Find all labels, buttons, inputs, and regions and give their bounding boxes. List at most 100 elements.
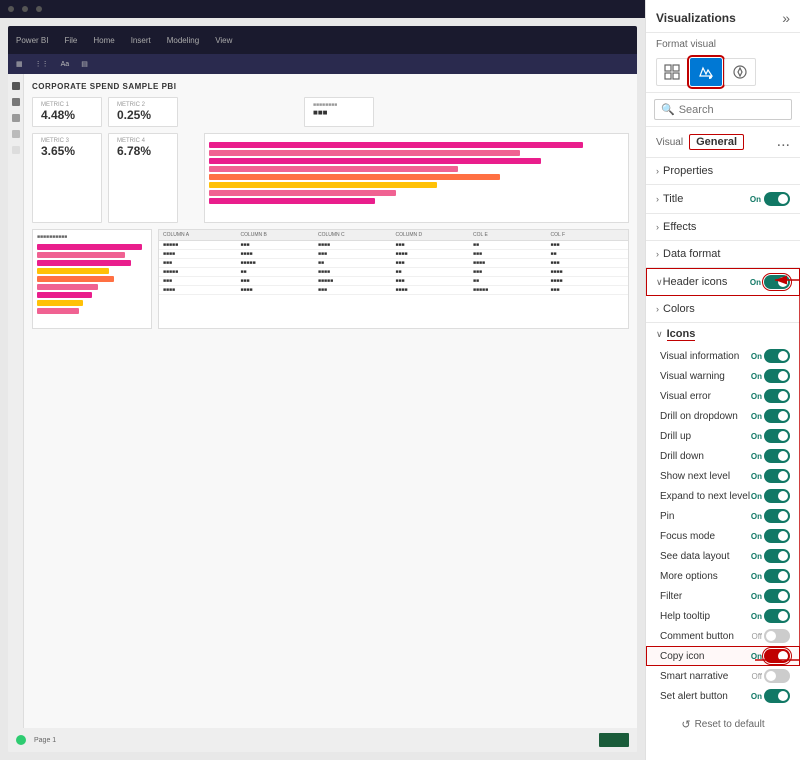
reset-label: Reset to default <box>695 719 765 730</box>
show-next-level-row: Show next level On <box>646 466 800 486</box>
help-tooltip-toggle[interactable] <box>764 609 790 623</box>
icons-section-chevron: ∨ <box>656 329 663 340</box>
format-table-button[interactable] <box>656 58 688 86</box>
effects-chevron: › <box>656 222 659 232</box>
card-4: METRIC 3 3.65% <box>32 133 102 223</box>
title-chevron: › <box>656 194 659 204</box>
data-format-label: Data format <box>663 248 790 260</box>
properties-chevron: › <box>656 166 659 176</box>
format-paint-button[interactable] <box>690 58 722 86</box>
focus-mode-label: Focus mode <box>660 531 715 542</box>
title-toggle: On <box>750 192 790 206</box>
show-next-level-toggle[interactable] <box>764 469 790 483</box>
smart-narrative-toggle[interactable] <box>764 669 790 683</box>
header-icons-chevron: ∨ <box>656 277 663 288</box>
visual-error-toggle[interactable] <box>764 389 790 403</box>
dashboard-title: CORPORATE SPEND SAMPLE PBI <box>32 82 629 91</box>
visual-information-row: Visual information On <box>646 346 800 366</box>
cards-row-2: METRIC 3 3.65% METRIC 4 6.78% <box>32 133 629 223</box>
format-icons-row <box>646 54 800 93</box>
title-section: › Title On <box>646 185 800 214</box>
title-toggle-switch[interactable] <box>764 192 790 206</box>
visual-warning-label: Visual warning <box>660 371 725 382</box>
reset-icon: ↺ <box>681 718 690 731</box>
filter-label: Filter <box>660 591 682 602</box>
copy-icon-toggle[interactable] <box>764 649 790 663</box>
db-subheader: ▦ ⋮⋮ Aa ▤ <box>8 54 637 74</box>
topbar <box>0 0 645 18</box>
visual-label: Visual <box>656 137 683 148</box>
filter-toggle[interactable] <box>764 589 790 603</box>
db-header: Power BI File Home Insert Modeling View <box>8 26 637 54</box>
effects-label: Effects <box>663 221 790 233</box>
format-analytics-button[interactable] <box>724 58 756 86</box>
effects-header[interactable]: › Effects <box>646 214 800 240</box>
db-main: CORPORATE SPEND SAMPLE PBI METRIC 1 4.48… <box>24 74 637 752</box>
pin-toggle[interactable] <box>764 509 790 523</box>
more-options-toggle[interactable] <box>764 569 790 583</box>
search-input[interactable] <box>679 104 785 116</box>
header-icons-toggle-switch[interactable] <box>764 275 790 289</box>
drill-down-toggle[interactable] <box>764 449 790 463</box>
drill-on-dropdown-row: Drill on dropdown On <box>646 406 800 426</box>
see-data-layout-row: See data layout On <box>646 546 800 566</box>
properties-label: Properties <box>663 165 790 177</box>
visual-general-row: Visual General ... <box>646 127 800 158</box>
search-box[interactable]: 🔍 <box>654 99 792 120</box>
set-alert-button-label: Set alert button <box>660 691 728 702</box>
visualizations-panel: Visualizations » Format visual 🔍 Visual … <box>645 0 800 760</box>
show-next-level-label: Show next level <box>660 471 730 482</box>
set-alert-button-toggle[interactable] <box>764 689 790 703</box>
bottom-table: COLUMN A COLUMN B COLUMN C COLUMN D COL … <box>158 229 629 329</box>
general-badge[interactable]: General <box>689 134 744 150</box>
data-format-header[interactable]: › Data format <box>646 241 800 267</box>
copy-icon-row: Copy icon On <box>646 646 800 666</box>
drill-on-dropdown-toggle[interactable] <box>764 409 790 423</box>
drill-down-row: Drill down On <box>646 446 800 466</box>
comment-button-toggle[interactable] <box>764 629 790 643</box>
copy-icon-label: Copy icon <box>660 651 704 662</box>
title-header[interactable]: › Title On <box>646 185 800 213</box>
set-alert-button-row: Set alert button On <box>646 686 800 706</box>
drill-up-label: Drill up <box>660 431 691 442</box>
see-data-layout-toggle[interactable] <box>764 549 790 563</box>
bottom-section: ■■■■■■■■■■ <box>32 229 629 329</box>
smart-narrative-row: Smart narrative Off <box>646 666 800 686</box>
colors-label: Colors <box>663 303 790 315</box>
comment-button-row: Comment button Off <box>646 626 800 646</box>
effects-section: › Effects <box>646 214 800 241</box>
drill-up-toggle[interactable] <box>764 429 790 443</box>
drill-on-dropdown-label: Drill on dropdown <box>660 411 738 422</box>
viz-panel-title: Visualizations <box>656 11 736 25</box>
focus-mode-row: Focus mode On <box>646 526 800 546</box>
pin-row: Pin On <box>646 506 800 526</box>
icons-section-label: Icons <box>667 328 696 341</box>
comment-button-label: Comment button <box>660 631 734 642</box>
card-3: ■■■■■■■■ ■■■ <box>304 97 374 127</box>
smart-narrative-label: Smart narrative <box>660 671 728 682</box>
title-label: Title <box>663 193 746 205</box>
expand-next-level-toggle[interactable] <box>764 489 790 503</box>
see-data-layout-label: See data layout <box>660 551 730 562</box>
header-icons-section[interactable]: ∨ Header icons On <box>646 268 800 296</box>
icons-section: ∨ Icons Visual information On Visual war… <box>646 323 800 710</box>
expand-next-level-label: Expand to next level <box>660 491 750 502</box>
viz-collapse-button[interactable]: » <box>782 10 790 26</box>
pin-label: Pin <box>660 511 674 522</box>
visual-warning-row: Visual warning On <box>646 366 800 386</box>
search-row: 🔍 <box>646 93 800 127</box>
search-icon: 🔍 <box>661 103 675 116</box>
more-options-row: More options On <box>646 566 800 586</box>
properties-header[interactable]: › Properties <box>646 158 800 184</box>
visual-information-toggle[interactable] <box>764 349 790 363</box>
reset-to-default-row[interactable]: ↺ Reset to default <box>646 710 800 739</box>
help-tooltip-row: Help tooltip On <box>646 606 800 626</box>
colors-chevron: › <box>656 304 659 314</box>
visual-warning-toggle[interactable] <box>764 369 790 383</box>
focus-mode-toggle[interactable] <box>764 529 790 543</box>
colors-header[interactable]: › Colors <box>646 296 800 322</box>
card-1: METRIC 1 4.48% <box>32 97 102 127</box>
more-options-button[interactable]: ... <box>777 133 790 151</box>
visual-error-label: Visual error <box>660 391 711 402</box>
expand-next-level-row: Expand to next level On <box>646 486 800 506</box>
